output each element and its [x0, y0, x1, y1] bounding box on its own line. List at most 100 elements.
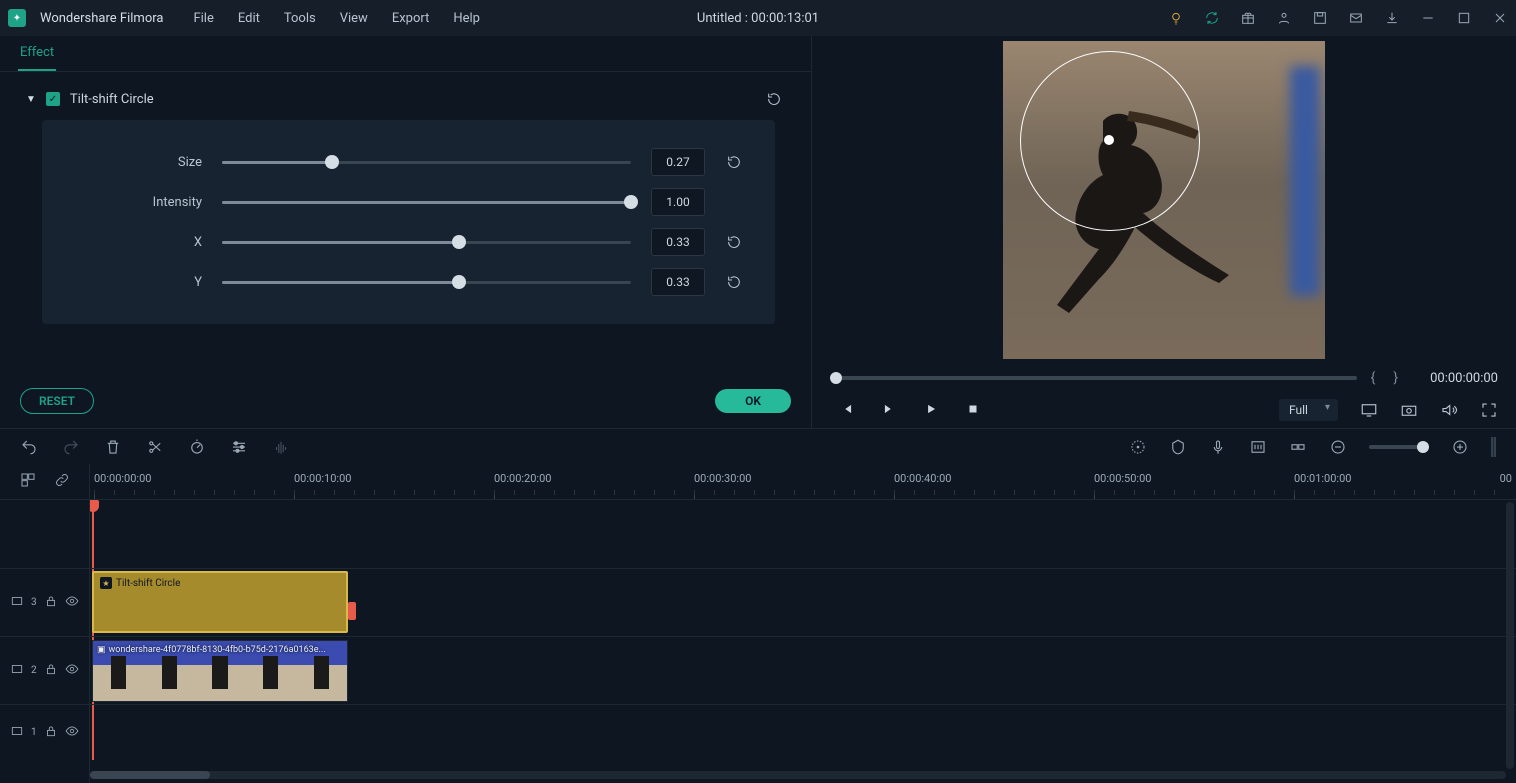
track-type-icon [10, 594, 24, 611]
film-icon: ▣ [97, 645, 106, 655]
track-lock-icon[interactable] [44, 594, 58, 611]
video-clip-label: wondershare-4f0778bf-8130-4fb0-b75d-2176… [109, 645, 326, 655]
timeline-toolbar [0, 428, 1516, 464]
stop-button[interactable] [966, 402, 980, 419]
volume-icon[interactable] [1440, 401, 1458, 419]
track-2[interactable]: ▣wondershare-4f0778bf-8130-4fb0-b75d-217… [90, 636, 1516, 704]
menu-view[interactable]: View [340, 11, 368, 26]
menu-bar: File Edit Tools View Export Help [193, 11, 480, 26]
param-value-y[interactable]: 0.33 [651, 268, 705, 296]
effect-checkbox[interactable]: ✓ [46, 92, 60, 106]
param-reset-icon[interactable] [723, 271, 745, 293]
close-icon[interactable] [1492, 10, 1508, 26]
playback-scrubber[interactable] [830, 376, 1357, 380]
app-name: Wondershare Filmora [40, 11, 163, 26]
param-label: Size [72, 155, 222, 170]
account-icon[interactable] [1276, 10, 1292, 26]
adjust-icon[interactable] [230, 438, 248, 456]
mixer-icon[interactable] [1249, 438, 1267, 456]
effect-panel: Effect ▼ ✓ Tilt-shift Circle Size 0.27 I… [0, 36, 812, 428]
param-slider-x[interactable] [222, 232, 631, 252]
timeline-ruler[interactable]: 0000:00:00:0000:00:10:0000:00:20:0000:00… [90, 464, 1516, 500]
preview-video[interactable] [1003, 41, 1325, 359]
timeline: 3 2 1 0000:00:00:0000:00:10:0000:00:20:0… [0, 464, 1516, 783]
render-icon[interactable] [1129, 438, 1147, 456]
voiceover-icon[interactable] [1209, 438, 1227, 456]
audio-icon[interactable] [272, 438, 290, 456]
menu-help[interactable]: Help [453, 11, 480, 26]
menu-tools[interactable]: Tools [284, 11, 316, 26]
param-label: Intensity [72, 195, 222, 210]
reset-button[interactable]: RESET [20, 388, 94, 414]
snapshot-icon[interactable] [1400, 401, 1418, 419]
track-number: 2 [31, 665, 37, 676]
delete-icon[interactable] [104, 438, 122, 456]
effect-clip[interactable]: ★ Tilt-shift Circle [92, 571, 348, 633]
track-lock-icon[interactable] [44, 724, 58, 741]
preview-panel: {} 00:00:00:00 Full [812, 36, 1516, 428]
param-slider-y[interactable] [222, 272, 631, 292]
speed-icon[interactable] [188, 438, 206, 456]
play-button[interactable] [924, 402, 938, 419]
snap-icon[interactable] [1289, 438, 1307, 456]
redo-icon[interactable] [62, 438, 80, 456]
download-icon[interactable] [1384, 10, 1400, 26]
save-icon[interactable] [1312, 10, 1328, 26]
track-visibility-icon[interactable] [65, 724, 79, 741]
clip-edge-handle[interactable] [348, 602, 356, 620]
sync-icon[interactable] [1204, 10, 1220, 26]
param-value-x[interactable]: 0.33 [651, 228, 705, 256]
effect-reset-icon[interactable] [763, 88, 785, 110]
prev-frame-button[interactable] [840, 402, 854, 419]
menu-export[interactable]: Export [392, 11, 430, 26]
video-clip[interactable]: ▣wondershare-4f0778bf-8130-4fb0-b75d-217… [92, 640, 348, 702]
zoom-fit-icon[interactable] [1491, 437, 1496, 457]
tab-effect[interactable]: Effect [18, 36, 56, 71]
param-slider-size[interactable] [222, 152, 631, 172]
manage-tracks-icon[interactable] [20, 472, 36, 491]
link-tracks-icon[interactable] [54, 472, 70, 491]
track-lock-icon[interactable] [44, 662, 58, 679]
param-value-size[interactable]: 0.27 [651, 148, 705, 176]
track-3[interactable]: ★ Tilt-shift Circle [90, 568, 1516, 636]
split-icon[interactable] [146, 438, 164, 456]
tips-icon[interactable] [1168, 10, 1184, 26]
maximize-icon[interactable] [1456, 10, 1472, 26]
track-visibility-icon[interactable] [65, 662, 79, 679]
tilt-shift-center[interactable] [1104, 135, 1114, 145]
param-slider-intensity[interactable] [222, 192, 631, 212]
document-title: Untitled : 00:00:13:01 [697, 11, 819, 26]
display-mode-select[interactable]: Full [1279, 399, 1338, 421]
app-logo: ✦ [8, 9, 26, 27]
display-quality-icon[interactable] [1360, 401, 1378, 419]
marker-icon[interactable] [1169, 438, 1187, 456]
zoom-out-icon[interactable] [1329, 438, 1347, 456]
ok-button[interactable]: OK [715, 389, 791, 413]
menu-edit[interactable]: Edit [238, 11, 260, 26]
zoom-in-icon[interactable] [1451, 438, 1469, 456]
track-1[interactable] [90, 704, 1516, 760]
fullscreen-icon[interactable] [1480, 401, 1498, 419]
zoom-slider[interactable] [1369, 445, 1429, 449]
next-frame-button[interactable] [882, 402, 896, 419]
track-header-1: 1 [0, 704, 89, 760]
track-type-icon [10, 662, 24, 679]
menu-file[interactable]: File [193, 11, 213, 26]
param-reset-icon[interactable] [723, 151, 745, 173]
gift-icon[interactable] [1240, 10, 1256, 26]
undo-icon[interactable] [20, 438, 38, 456]
mail-icon[interactable] [1348, 10, 1364, 26]
star-icon: ★ [100, 577, 112, 589]
collapse-icon[interactable]: ▼ [26, 94, 36, 105]
param-reset-icon[interactable] [723, 231, 745, 253]
param-value-intensity[interactable]: 1.00 [651, 188, 705, 216]
track-visibility-icon[interactable] [65, 594, 79, 611]
track-type-icon [10, 724, 24, 741]
track-number: 1 [31, 727, 37, 738]
timeline-scrollbar-h[interactable] [90, 771, 1506, 779]
timeline-scrollbar-v[interactable] [1506, 502, 1514, 769]
effect-clip-label: Tilt-shift Circle [116, 578, 180, 589]
track-header-2: 2 [0, 636, 89, 704]
track-header-3: 3 [0, 568, 89, 636]
minimize-icon[interactable] [1420, 10, 1436, 26]
